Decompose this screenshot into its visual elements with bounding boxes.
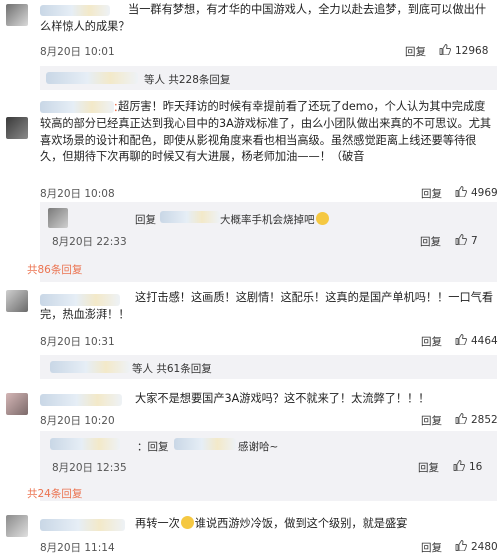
reply-time: 8月20日 12:35: [52, 462, 127, 474]
username-blurred: [46, 72, 138, 84]
like-count: 2480: [471, 541, 498, 553]
reply-button[interactable]: 回复: [421, 540, 442, 555]
comment-text: 再转一次 谁说西游炒冷饭，做到这个级别，就是盛宴: [135, 516, 407, 533]
comment-text: 当一群有梦想，有才华的中国游戏人，全力以赴去追梦，到底可以做出什么样惊人的成果？: [40, 3, 487, 33]
sweat-smile-emoji-icon: [315, 212, 329, 225]
reply-button[interactable]: 回复: [421, 413, 442, 428]
comment-time: 8月20日 10:08: [40, 188, 115, 200]
comment-text: 超厉害！昨天拜访的时候有幸提前看了还玩了demo，个人认为其中完成度较高的部分已…: [40, 100, 492, 164]
avatar[interactable]: [6, 290, 28, 312]
reply-prefix: 回复: [135, 214, 156, 226]
reply-button[interactable]: 回复: [418, 460, 439, 475]
comment-text: 大家不是想要国产3A游戏吗？这不就来了！太流弊了！！！: [135, 392, 430, 405]
like-button[interactable]: 7: [455, 234, 478, 247]
reply-summary-box[interactable]: 等人 共228条回复: [40, 66, 497, 90]
like-count: 4464: [471, 335, 498, 347]
comment-text-part: 再转一次: [135, 517, 180, 530]
thumbs-up-icon: [455, 413, 467, 424]
username-blurred: [50, 438, 120, 450]
avatar[interactable]: [6, 393, 28, 415]
reply-button[interactable]: 回复: [421, 334, 442, 349]
reply-text: 感谢哈~: [238, 441, 279, 453]
reply-button[interactable]: 回复: [421, 186, 442, 201]
username-blurred[interactable]: [40, 519, 125, 531]
reply-button[interactable]: 回复: [405, 44, 426, 59]
comment-time: 8月20日 10:31: [40, 336, 115, 348]
thumbs-up-icon: [455, 186, 467, 197]
username-blurred: [174, 438, 236, 450]
like-button[interactable]: 2480: [455, 540, 498, 553]
reply-summary-box[interactable]: 等人 共61条回复: [40, 355, 497, 379]
reply-text: 大概率手机会烧掉吧: [220, 212, 330, 227]
like-count: 12968: [455, 45, 489, 57]
reply-button[interactable]: 回复: [420, 234, 441, 249]
thumbs-up-icon: [455, 540, 467, 551]
username-blurred: [50, 361, 130, 373]
reply-prefix: ：回复: [137, 441, 169, 453]
avatar[interactable]: [6, 117, 28, 139]
thumbs-up-icon: [455, 234, 467, 245]
laughing-emoji-icon: [180, 516, 194, 529]
comment-text-part: 谁说西游炒冷饭，做到这个级别，就是盛宴: [194, 517, 408, 530]
thumbs-up-icon: [455, 334, 467, 345]
like-count: 7: [471, 235, 478, 247]
like-count: 2852: [471, 414, 498, 426]
reply-text-content: 大概率手机会烧掉吧: [220, 214, 315, 226]
like-button[interactable]: 16: [453, 460, 482, 473]
reply-count-link[interactable]: 共24条回复: [27, 486, 82, 501]
thumbs-up-icon: [439, 44, 451, 55]
reply-box: 回复 大概率手机会烧掉吧 8月20日 22:33 回复 7 共86条回复: [27, 202, 497, 282]
reply-count-link[interactable]: 共86条回复: [27, 262, 82, 277]
reply-count-link[interactable]: 等人 共61条回复: [132, 361, 212, 376]
like-button[interactable]: 4464: [455, 334, 498, 347]
thumbs-up-icon: [453, 460, 465, 471]
comment-text: 这打击感！这画质！这剧情！这配乐！这真的是国产单机吗！！一口气看完，热血澎湃！！: [40, 291, 494, 321]
like-button[interactable]: 4969: [455, 186, 498, 199]
comment-time: 8月20日 11:14: [40, 542, 115, 554]
comment-time: 8月20日 10:01: [40, 46, 115, 58]
like-count: 16: [469, 461, 483, 473]
username-blurred: [160, 211, 220, 223]
comment-time: 8月20日 10:20: [40, 415, 115, 427]
like-count: 4969: [471, 187, 498, 199]
reply-box: ：回复 感谢哈~ 8月20日 12:35 回复 16 共24条回复: [27, 431, 497, 501]
avatar[interactable]: [48, 208, 68, 228]
like-button[interactable]: 12968: [439, 44, 488, 57]
avatar[interactable]: [6, 4, 28, 26]
like-button[interactable]: 2852: [455, 413, 498, 426]
reply-count-link[interactable]: 等人 共228条回复: [144, 72, 230, 87]
avatar[interactable]: [6, 515, 28, 537]
reply-time: 8月20日 22:33: [52, 236, 127, 248]
